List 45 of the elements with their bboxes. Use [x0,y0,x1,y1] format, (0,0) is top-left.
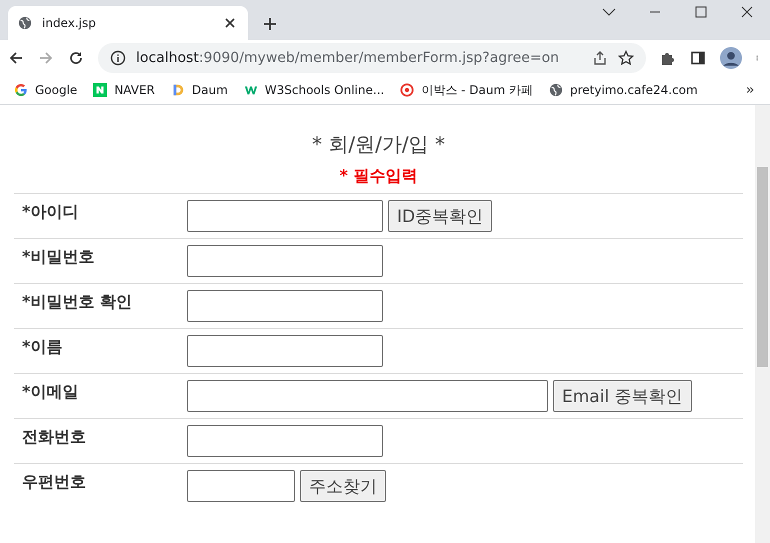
check-button[interactable]: 주소찾기 [300,470,386,502]
globe-icon [549,83,563,97]
input-field[interactable] [187,425,383,457]
check-button[interactable]: ID중복확인 [388,200,492,232]
field-label: 우편번호 [21,471,87,493]
bookmark-item[interactable]: pretyimo.cafe24.com [549,83,698,97]
bookmark-item[interactable]: Daum [170,83,228,97]
bookmark-item[interactable]: Google [14,83,78,97]
star-icon[interactable] [618,50,634,66]
tab-title: index.jsp [42,16,97,30]
share-icon[interactable] [592,50,608,66]
input-field[interactable] [187,470,295,502]
globe-icon [18,16,32,30]
info-icon[interactable] [110,50,126,66]
avatar-icon[interactable] [720,47,742,69]
field-label: *이메일 [21,381,80,403]
plus-icon[interactable] [262,16,278,32]
check-button[interactable]: Email 중복확인 [553,380,692,412]
bookmark-item[interactable]: NAVER [93,83,155,97]
input-field[interactable] [187,380,548,412]
side-panel-icon[interactable] [690,50,706,66]
input-field[interactable] [187,335,383,367]
bookmark-item[interactable]: W3Schools Online... [244,83,384,97]
address-bar[interactable]: localhost:9090/myweb/member/memberForm.jsp?agree=on [98,43,646,73]
input-field[interactable] [187,200,383,232]
puzzle-icon[interactable] [660,50,676,66]
n-logo-icon [93,83,108,97]
google-logo-icon [14,83,28,97]
scrollbar[interactable] [755,105,770,543]
field-label: *비밀번호 [21,246,96,268]
input-field[interactable] [187,290,383,322]
d-logo-icon [170,83,185,97]
field-label: *이름 [21,336,64,358]
field-label: *아이디 [21,201,80,223]
field-label: *비밀번호 확인 [21,291,133,313]
url-text: localhost:9090/myweb/member/memberForm.jsp?agree=on [136,50,560,66]
required-note: * 필수입력 [338,166,418,187]
cafe-logo-icon [400,83,414,97]
bookmark-item[interactable]: 이박스 - Daum 카페 [400,82,533,98]
back-arrow-icon[interactable] [8,50,24,66]
field-label: 전화번호 [21,426,87,448]
reload-icon[interactable] [68,50,84,66]
input-field[interactable] [187,245,383,277]
browser-tab[interactable]: index.jsp [8,6,248,40]
form-title: * 회/원/가/입 * [311,131,446,158]
